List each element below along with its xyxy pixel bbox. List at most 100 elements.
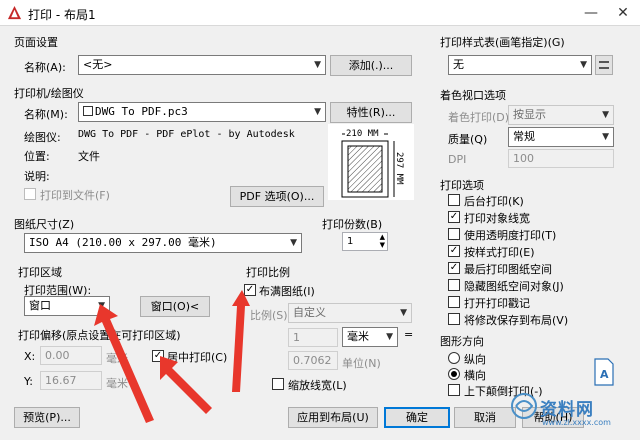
paper-size-value: ISO A4 (210.00 x 297.00 毫米) bbox=[29, 236, 217, 249]
edit-style-table-button[interactable] bbox=[595, 55, 613, 75]
shade-plot-label: 着色打印(D) bbox=[448, 111, 510, 124]
chevron-down-icon: ▼ bbox=[314, 60, 321, 70]
scale-unit-value: 毫米 bbox=[347, 330, 369, 343]
page-setup-name-value: <无> bbox=[83, 58, 113, 71]
save-changes-checkbox[interactable] bbox=[448, 313, 460, 325]
description-label: 说明: bbox=[24, 170, 50, 183]
plotter-label: 绘图仪: bbox=[24, 131, 61, 144]
scale-denominator-unit: 单位(N) bbox=[342, 357, 381, 370]
copies-input[interactable]: 1 ▲ ▼ bbox=[342, 232, 388, 251]
cancel-button[interactable]: 取消 bbox=[454, 407, 516, 428]
window-title: 打印 - 布局1 bbox=[28, 8, 96, 22]
printer-properties-button[interactable]: 特性(R)... bbox=[330, 102, 412, 123]
background-plot-label: 后台打印(K) bbox=[464, 195, 524, 208]
quality-dropdown[interactable]: 常规 ▼ bbox=[508, 127, 614, 147]
fit-to-paper-checkbox[interactable]: ✓ bbox=[244, 284, 256, 296]
scale-denominator-value: 0.7062 bbox=[293, 354, 332, 367]
plot-scale-group-title: 打印比例 bbox=[246, 266, 290, 279]
plotter-value: DWG To PDF - PDF ePlot - by Autodesk bbox=[78, 129, 295, 140]
paper-size-dropdown[interactable]: ISO A4 (210.00 x 297.00 毫米) ▼ bbox=[24, 233, 302, 253]
pdf-options-button[interactable]: PDF 选项(O)... bbox=[230, 186, 324, 207]
offset-x-input[interactable]: 0.00 bbox=[40, 346, 102, 365]
printer-name-label: 名称(M): bbox=[24, 108, 68, 121]
plot-range-dropdown[interactable]: 窗口 ▼ bbox=[24, 296, 110, 316]
center-plot-label: 居中打印(C) bbox=[167, 351, 228, 364]
close-button[interactable]: ✕ bbox=[610, 2, 636, 24]
autocad-app-icon bbox=[7, 5, 22, 20]
center-plot-checkbox[interactable]: ✓ bbox=[152, 350, 164, 362]
plot-stamp-checkbox[interactable] bbox=[448, 296, 460, 308]
chevron-down-icon: ▼ bbox=[314, 107, 321, 117]
page-setup-name-dropdown[interactable]: <无> ▼ bbox=[78, 55, 326, 75]
preview-button[interactable]: 预览(P)... bbox=[14, 407, 80, 428]
plot-transparency-checkbox[interactable] bbox=[448, 228, 460, 240]
window-pick-button[interactable]: 窗口(O)< bbox=[140, 296, 210, 317]
chevron-down-icon: ▼ bbox=[386, 332, 393, 342]
plot-paperspace-last-checkbox[interactable]: ✓ bbox=[448, 262, 460, 274]
apply-to-layout-button[interactable]: 应用到布局(U) bbox=[288, 407, 378, 428]
upside-down-checkbox[interactable] bbox=[448, 384, 460, 396]
print-to-file-checkbox[interactable] bbox=[24, 188, 36, 200]
hide-paperspace-objects-checkbox[interactable] bbox=[448, 279, 460, 291]
chevron-down-icon: ▼ bbox=[400, 308, 407, 318]
watermark-url: www.zl.xxxx.com bbox=[542, 418, 611, 427]
shade-plot-dropdown[interactable]: 按显示 ▼ bbox=[508, 105, 614, 125]
save-changes-label: 将修改保存到布局(V) bbox=[464, 314, 569, 327]
style-table-dropdown[interactable]: 无 ▼ bbox=[448, 55, 592, 75]
scale-lineweights-label: 缩放线宽(L) bbox=[288, 379, 347, 392]
paper-preview: 210 MM 297 MM bbox=[328, 124, 414, 200]
printer-name-value: DWG To PDF.pc3 bbox=[95, 105, 188, 118]
shaded-viewport-group-title: 着色视口选项 bbox=[440, 89, 506, 102]
plot-paperspace-last-label: 最后打印图纸空间 bbox=[464, 263, 552, 276]
dpi-input[interactable]: 100 bbox=[508, 149, 614, 168]
scale-unit-dropdown[interactable]: 毫米 ▼ bbox=[342, 327, 398, 347]
scale-dropdown[interactable]: 自定义 ▼ bbox=[288, 303, 412, 323]
portrait-radio[interactable] bbox=[448, 352, 460, 364]
orientation-group-title: 图形方向 bbox=[440, 335, 484, 348]
plot-with-styles-label: 按样式打印(E) bbox=[464, 246, 535, 259]
plot-lineweights-label: 打印对象线宽 bbox=[464, 212, 530, 225]
offset-x-label: X: bbox=[24, 350, 36, 363]
page-setup-name-label: 名称(A): bbox=[24, 61, 66, 74]
equals-sign: = bbox=[404, 328, 414, 341]
scale-denominator-input[interactable]: 0.7062 bbox=[288, 351, 338, 370]
add-page-setup-button[interactable]: 添加(.)... bbox=[330, 55, 412, 76]
edit-list-icon bbox=[599, 61, 609, 69]
quality-value: 常规 bbox=[513, 130, 535, 143]
scale-value: 自定义 bbox=[293, 306, 326, 319]
scale-numerator-value: 1 bbox=[293, 331, 300, 344]
plot-area-group-title: 打印区域 bbox=[18, 266, 62, 279]
style-table-group-title: 打印样式表(画笔指定)(G) bbox=[440, 36, 565, 49]
offset-x-value: 0.00 bbox=[45, 349, 70, 362]
landscape-orientation-icon: A bbox=[594, 358, 614, 386]
plot-with-styles-checkbox[interactable]: ✓ bbox=[448, 245, 460, 257]
offset-y-unit: 毫米 bbox=[106, 377, 128, 390]
minimize-button[interactable]: — bbox=[578, 2, 604, 24]
spinner-icon[interactable]: ▲ ▼ bbox=[380, 233, 385, 249]
scale-lineweights-checkbox[interactable] bbox=[272, 378, 284, 390]
chevron-down-icon: ▼ bbox=[602, 110, 609, 120]
plot-lineweights-checkbox[interactable]: ✓ bbox=[448, 211, 460, 223]
ok-button[interactable]: 确定 bbox=[384, 407, 450, 428]
printer-name-dropdown[interactable]: DWG To PDF.pc3 ▼ bbox=[78, 102, 326, 122]
background-plot-checkbox[interactable] bbox=[448, 194, 460, 206]
plot-transparency-label: 使用透明度打印(T) bbox=[464, 229, 557, 242]
preview-height-label: 297 MM bbox=[394, 152, 404, 185]
print-to-file-label: 打印到文件(F) bbox=[40, 189, 110, 202]
dpi-label: DPI bbox=[448, 153, 467, 166]
landscape-radio[interactable] bbox=[448, 368, 460, 380]
plot-offset-group-title: 打印偏移(原点设置在可打印区域) bbox=[18, 329, 181, 342]
offset-x-unit: 毫米 bbox=[106, 352, 128, 365]
scale-numerator-input[interactable]: 1 bbox=[288, 328, 338, 347]
dpi-value: 100 bbox=[513, 152, 534, 165]
printer-icon bbox=[83, 106, 93, 116]
chevron-down-icon: ▼ bbox=[98, 301, 105, 311]
scale-label: 比例(S): bbox=[250, 309, 292, 322]
shade-plot-value: 按显示 bbox=[513, 108, 546, 121]
landscape-label: 横向 bbox=[464, 369, 486, 382]
location-value: 文件 bbox=[78, 150, 100, 163]
offset-y-input[interactable]: 16.67 bbox=[40, 371, 102, 390]
chevron-down-icon: ▼ bbox=[290, 238, 297, 248]
location-label: 位置: bbox=[24, 150, 50, 163]
page-setup-group-title: 页面设置 bbox=[14, 36, 58, 49]
